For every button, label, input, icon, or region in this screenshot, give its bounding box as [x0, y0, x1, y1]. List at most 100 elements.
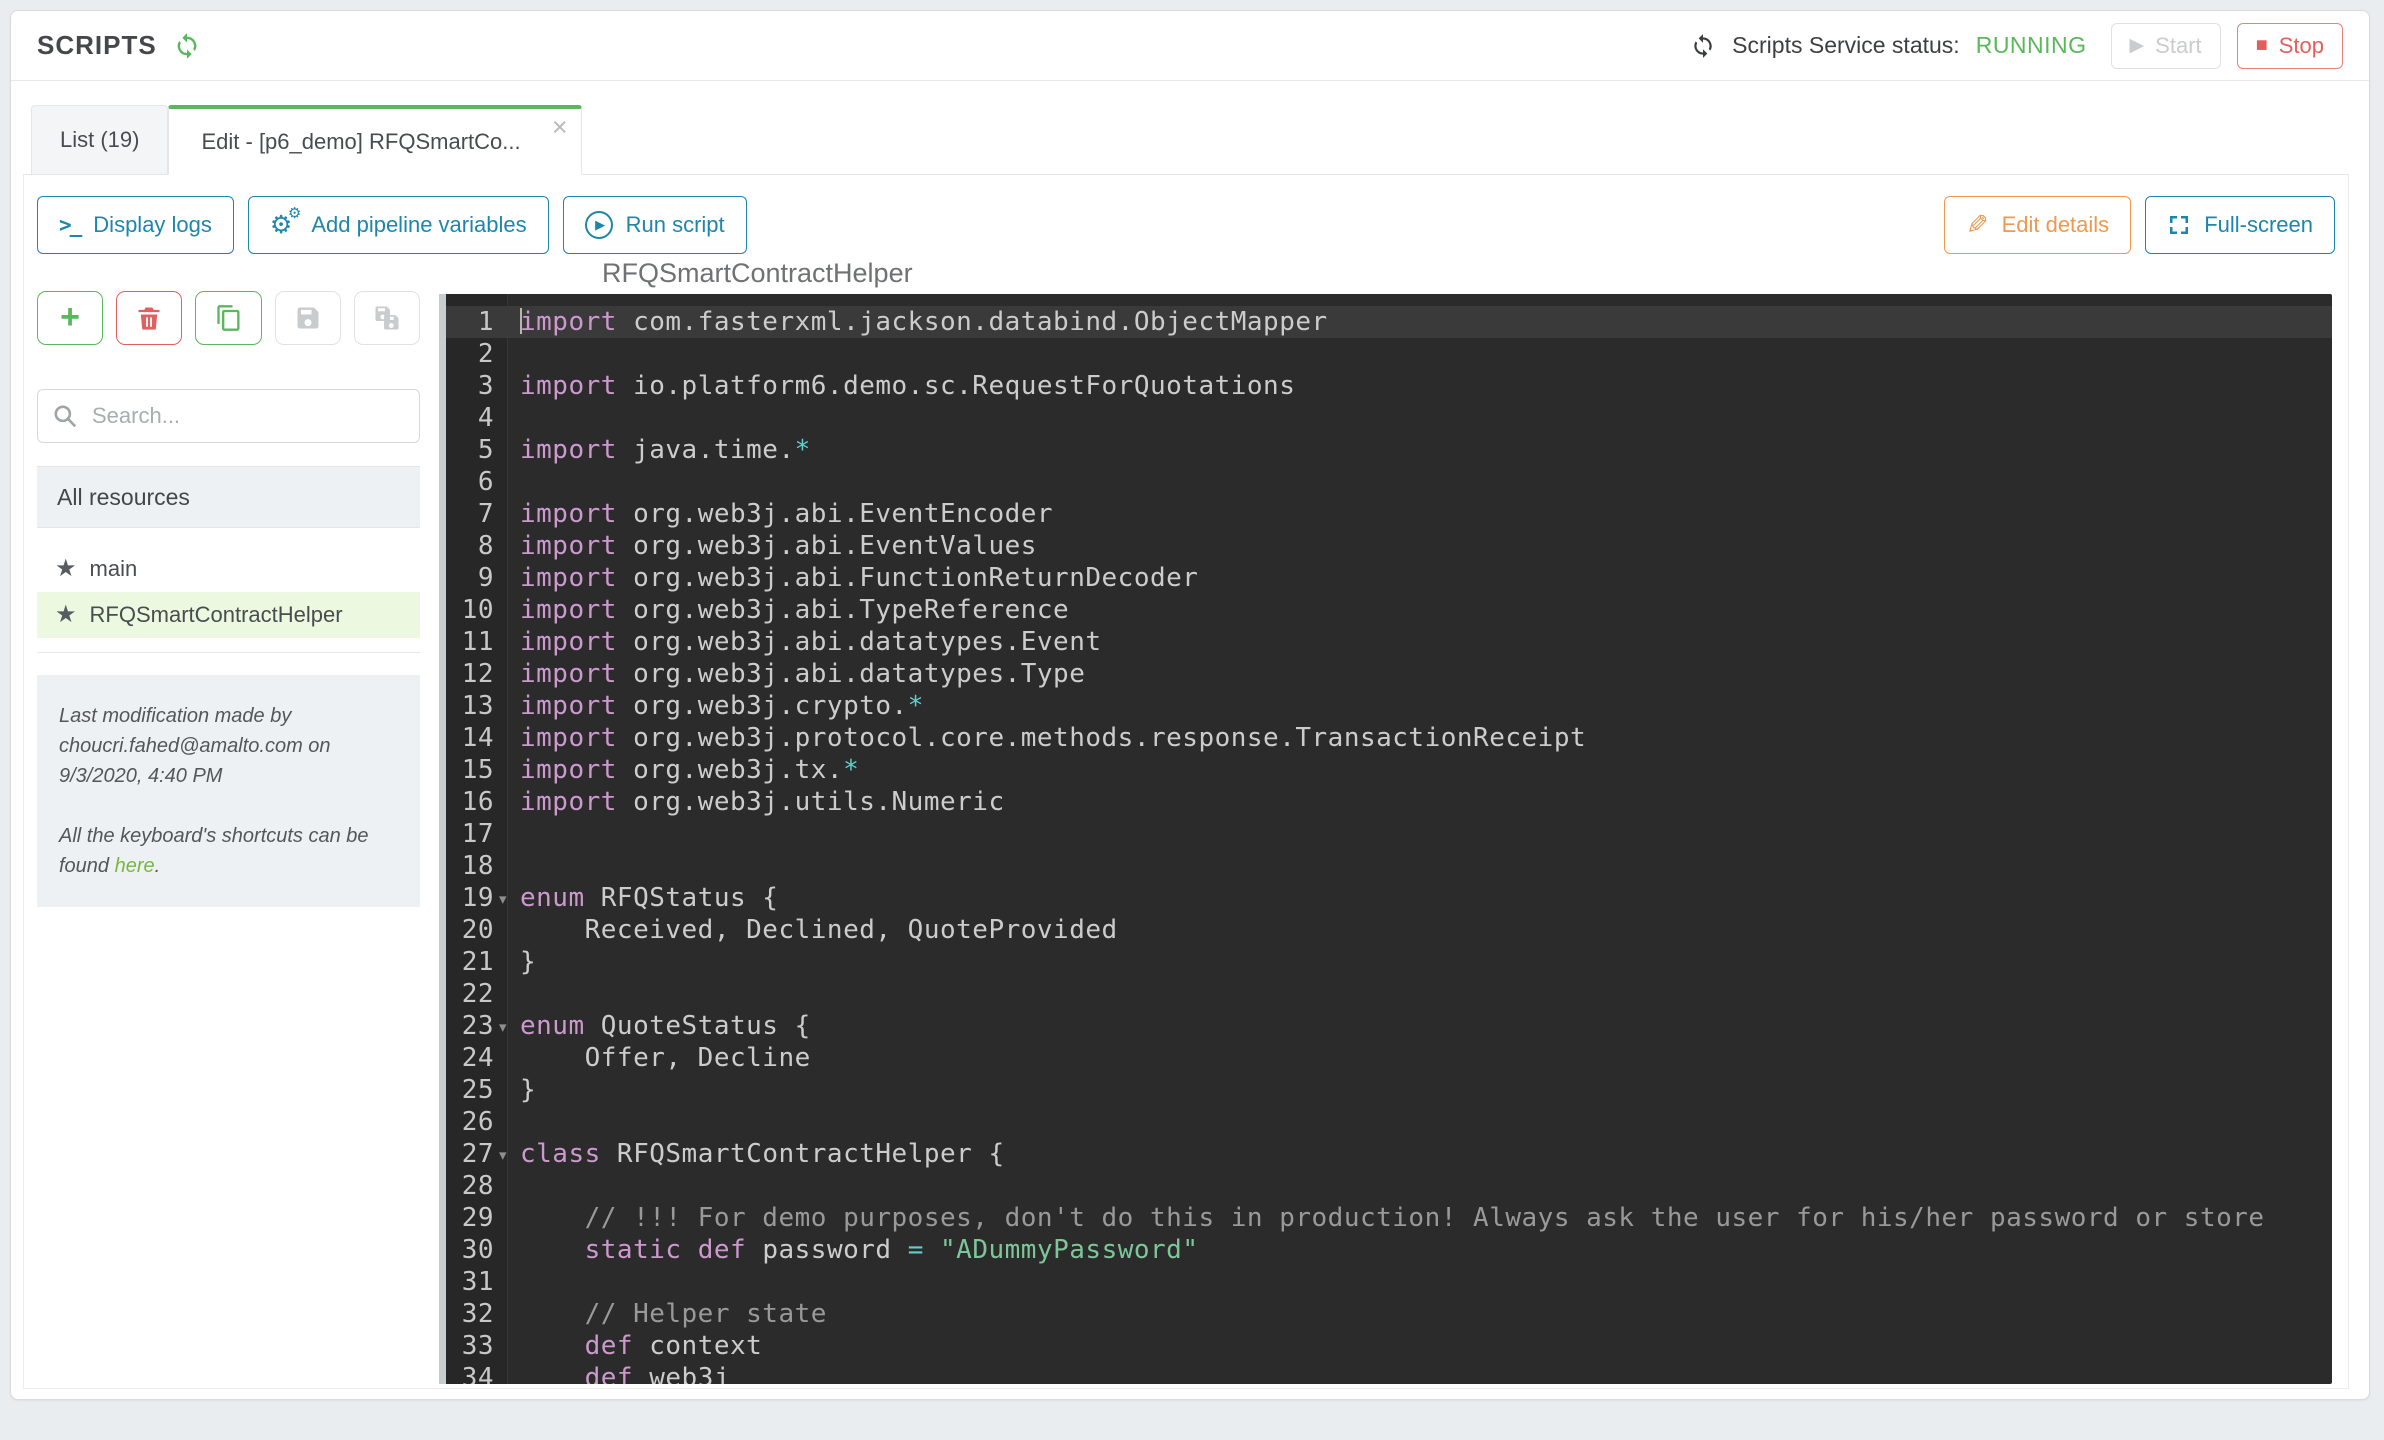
fold-arrow-icon[interactable]: ▾: [494, 884, 512, 916]
code-line: 11import org.web3j.abi.datatypes.Event: [439, 626, 2332, 658]
code-line: 8import org.web3j.abi.EventValues: [439, 530, 2332, 562]
display-logs-button[interactable]: >_ Display logs: [37, 196, 234, 254]
resources-group-header: All resources: [37, 466, 420, 528]
stop-button-label: Stop: [2279, 33, 2324, 59]
info-box: Last modification made by choucri.fahed@…: [37, 675, 420, 907]
fold-arrow-icon[interactable]: ▾: [494, 1140, 512, 1172]
shortcuts-text: All the keyboard's shortcuts can be foun…: [59, 825, 369, 877]
search-input[interactable]: [37, 389, 420, 443]
code-text: [512, 1267, 520, 1297]
editor-title: RFQSmartContractHelper: [602, 258, 913, 289]
editor-scrollbar[interactable]: [439, 294, 446, 1384]
sidebar: + All resources: [37, 291, 420, 1388]
service-refresh-icon[interactable]: [1690, 33, 1716, 59]
start-button-label: Start: [2155, 33, 2201, 59]
resource-item-main[interactable]: ★ main: [37, 546, 420, 592]
code-line: 16import org.web3j.utils.Numeric: [439, 786, 2332, 818]
resource-list: ★ main ★ RFQSmartContractHelper: [37, 546, 420, 653]
add-pipeline-variables-button[interactable]: ⚙⚙ Add pipeline variables: [248, 196, 549, 254]
start-button[interactable]: ▶ Start: [2111, 23, 2221, 69]
page-title: SCRIPTS: [37, 30, 157, 61]
line-number: 15: [446, 754, 494, 786]
tab-edit[interactable]: Edit - [p6_demo] RFQSmartCo... ×: [168, 105, 581, 175]
tab-content-panel: >_ Display logs ⚙⚙ Add pipeline variable…: [23, 174, 2349, 1389]
line-number: 12: [446, 658, 494, 690]
tab-list-label: List (19): [60, 127, 139, 153]
code-line: 32 // Helper state: [439, 1298, 2332, 1330]
full-screen-label: Full-screen: [2204, 212, 2313, 238]
tab-list[interactable]: List (19): [31, 105, 168, 174]
shortcuts-link[interactable]: here: [115, 855, 155, 877]
save-all-button[interactable]: [354, 291, 420, 345]
code-text: [512, 979, 520, 1009]
line-number: 1: [446, 306, 494, 338]
full-screen-button[interactable]: Full-screen: [2145, 196, 2335, 254]
code-text: static def password = "ADummyPassword": [512, 1235, 1198, 1265]
edit-details-button[interactable]: ✎ Edit details: [1944, 196, 2131, 254]
stop-button[interactable]: ■ Stop: [2237, 23, 2343, 69]
line-number: 21: [446, 946, 494, 978]
code-line: 22: [439, 978, 2332, 1010]
code-line: 6: [439, 466, 2332, 498]
delete-button[interactable]: [116, 291, 182, 345]
close-icon[interactable]: ×: [552, 114, 568, 141]
line-number: 3: [446, 370, 494, 402]
line-number: 2: [446, 338, 494, 370]
line-number: 28: [446, 1170, 494, 1202]
line-number: 26: [446, 1106, 494, 1138]
display-logs-label: Display logs: [93, 212, 212, 238]
code-line: 28: [439, 1170, 2332, 1202]
fold-arrow-icon[interactable]: ▾: [494, 1012, 512, 1044]
play-circle-icon: ▶: [585, 211, 613, 239]
code-line: 13import org.web3j.crypto.*: [439, 690, 2332, 722]
line-number: 4: [446, 402, 494, 434]
plus-icon: +: [60, 300, 80, 334]
code-text: enum QuoteStatus {: [512, 1011, 811, 1041]
tab-edit-label: Edit - [p6_demo] RFQSmartCo...: [201, 129, 520, 155]
line-number: 22: [446, 978, 494, 1010]
run-script-label: Run script: [626, 212, 725, 238]
code-text: [512, 339, 520, 369]
line-number: 20: [446, 914, 494, 946]
code-line: 18: [439, 850, 2332, 882]
add-button[interactable]: +: [37, 291, 103, 345]
fullscreen-icon: [2167, 213, 2191, 237]
save-icon: [294, 304, 322, 332]
code-line: 25}: [439, 1074, 2332, 1106]
code-text: enum RFQStatus {: [512, 883, 778, 913]
line-number: 25: [446, 1074, 494, 1106]
save-button[interactable]: [275, 291, 341, 345]
line-number: 7: [446, 498, 494, 530]
code-line: 27▾class RFQSmartContractHelper {: [439, 1138, 2332, 1170]
code-lines: 1import com.fasterxml.jackson.databind.O…: [439, 294, 2332, 1384]
duplicate-button[interactable]: [195, 291, 261, 345]
line-number: 9: [446, 562, 494, 594]
code-text: import org.web3j.protocol.core.methods.r…: [512, 723, 1586, 753]
code-text: import io.platform6.demo.sc.RequestForQu…: [512, 371, 1295, 401]
code-line: 9import org.web3j.abi.FunctionReturnDeco…: [439, 562, 2332, 594]
code-editor[interactable]: 1import com.fasterxml.jackson.databind.O…: [439, 294, 2332, 1384]
code-text: def web3j: [512, 1363, 730, 1384]
refresh-icon[interactable]: [173, 32, 201, 60]
code-line: 24 Offer, Decline: [439, 1042, 2332, 1074]
line-number: 23: [446, 1010, 494, 1042]
line-number: 16: [446, 786, 494, 818]
code-line: 20 Received, Declined, QuoteProvided: [439, 914, 2332, 946]
code-text: import org.web3j.abi.datatypes.Event: [512, 627, 1102, 657]
resource-toolbar: +: [37, 291, 420, 345]
code-line: 2: [439, 338, 2332, 370]
tab-bar: List (19) Edit - [p6_demo] RFQSmartCo...…: [23, 104, 2349, 175]
line-number: 5: [446, 434, 494, 466]
code-line: 33 def context: [439, 1330, 2332, 1362]
line-number: 30: [446, 1234, 494, 1266]
code-text: [512, 467, 520, 497]
code-text: }: [512, 1075, 536, 1105]
resource-item-rfqsmartcontracthelper[interactable]: ★ RFQSmartContractHelper: [37, 592, 420, 638]
run-script-button[interactable]: ▶ Run script: [563, 196, 747, 254]
add-pipeline-variables-label: Add pipeline variables: [311, 212, 526, 238]
scripts-module-card: SCRIPTS Scripts Service status: RUNNING …: [10, 10, 2370, 1400]
copy-icon: [215, 304, 243, 332]
gears-icon: ⚙⚙: [270, 213, 292, 238]
actions-row: >_ Display logs ⚙⚙ Add pipeline variable…: [37, 196, 2335, 256]
play-icon: ▶: [2130, 34, 2145, 57]
